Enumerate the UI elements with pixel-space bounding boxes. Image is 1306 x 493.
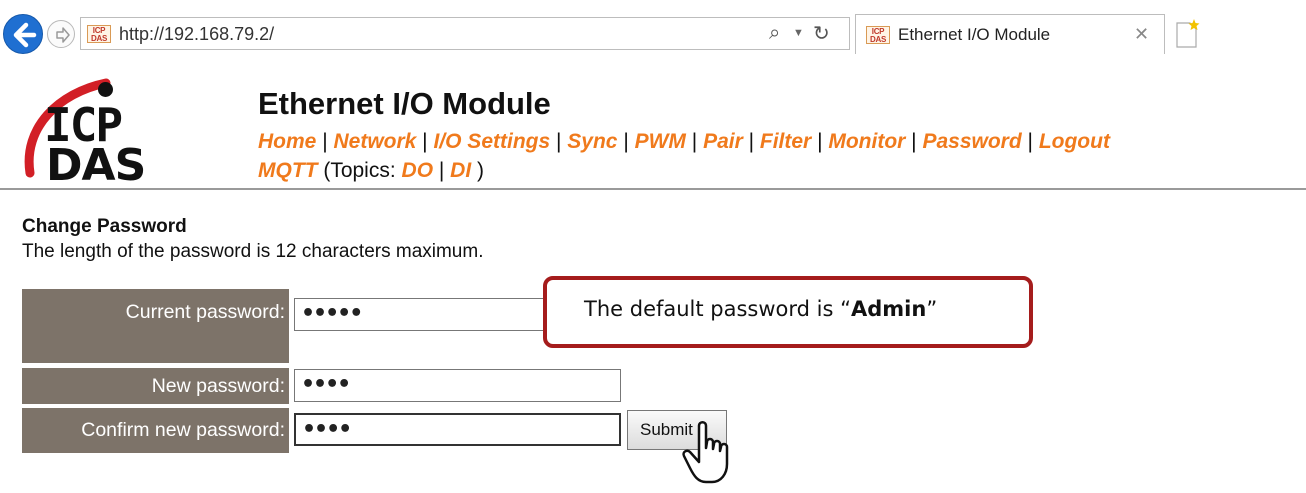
arrow-right-icon bbox=[56, 27, 70, 43]
logo-dot bbox=[98, 82, 113, 97]
hand-pointer-icon bbox=[682, 421, 729, 484]
page-header: ICP DAS Ethernet I/O Module Home | Netwo… bbox=[0, 70, 1306, 190]
menu-pwm[interactable]: PWM bbox=[635, 130, 686, 153]
menu-logout[interactable]: Logout bbox=[1039, 130, 1110, 153]
menu-topic-do[interactable]: DO bbox=[402, 159, 434, 182]
menu-filter[interactable]: Filter bbox=[760, 130, 811, 153]
forward-button[interactable] bbox=[47, 20, 75, 48]
browser-tab[interactable]: ICP DAS Ethernet I/O Module ✕ bbox=[855, 14, 1165, 54]
current-password-input[interactable]: ••••• bbox=[294, 298, 556, 331]
new-tab-icon bbox=[1176, 19, 1200, 48]
menu-topic-di[interactable]: DI bbox=[450, 159, 471, 182]
new-tab-button[interactable] bbox=[1170, 14, 1204, 54]
page-title: Ethernet I/O Module bbox=[258, 86, 551, 121]
topics-suffix: ) bbox=[477, 159, 484, 182]
confirm-password-label: Confirm new password: bbox=[22, 408, 289, 453]
confirm-password-input[interactable]: •••• bbox=[294, 413, 621, 446]
current-password-label: Current password: bbox=[22, 289, 289, 363]
menu-home[interactable]: Home bbox=[258, 130, 316, 153]
mqtt-menu: MQTT (Topics: DO | DI ) bbox=[258, 159, 484, 182]
refresh-icon[interactable]: ↻ bbox=[813, 21, 830, 46]
address-bar[interactable]: ICP DAS http://192.168.79.2/ ⌕ ▼ ↻ bbox=[80, 17, 850, 50]
callout-prefix: The default password is “ bbox=[584, 297, 852, 321]
tab-favicon-icon: ICP DAS bbox=[866, 26, 890, 44]
back-button[interactable] bbox=[3, 14, 43, 54]
topics-prefix: (Topics: bbox=[323, 159, 396, 182]
menu-network[interactable]: Network bbox=[333, 130, 416, 153]
callout-suffix: ” bbox=[926, 297, 938, 321]
url-text[interactable]: http://192.168.79.2/ bbox=[119, 24, 274, 45]
default-password-callout: The default password is “Admin” bbox=[543, 276, 1033, 348]
browser-toolbar: ICP DAS http://192.168.79.2/ ⌕ ▼ ↻ ICP D… bbox=[0, 0, 1306, 70]
logo-text-das: DAS bbox=[46, 140, 146, 191]
arrow-left-icon bbox=[13, 22, 37, 48]
callout-emphasis: Admin bbox=[851, 297, 927, 321]
menu-mqtt[interactable]: MQTT bbox=[258, 159, 317, 182]
main-menu: Home | Network | I/O Settings | Sync | P… bbox=[258, 130, 1110, 153]
section-description: The length of the password is 12 charact… bbox=[22, 241, 484, 262]
menu-sync[interactable]: Sync bbox=[567, 130, 617, 153]
menu-pair[interactable]: Pair bbox=[703, 130, 743, 153]
tab-title: Ethernet I/O Module bbox=[898, 25, 1051, 44]
chevron-down-icon[interactable]: ▼ bbox=[793, 27, 804, 39]
menu-password[interactable]: Password bbox=[922, 130, 1021, 153]
new-password-label: New password: bbox=[22, 368, 289, 404]
menu-io-settings[interactable]: I/O Settings bbox=[433, 130, 550, 153]
close-icon[interactable]: ✕ bbox=[1134, 24, 1149, 45]
menu-monitor[interactable]: Monitor bbox=[828, 130, 905, 153]
new-password-input[interactable]: •••• bbox=[294, 369, 621, 402]
favicon-icon: ICP DAS bbox=[87, 25, 111, 43]
icpdas-logo: ICP DAS bbox=[18, 78, 148, 188]
section-heading: Change Password bbox=[22, 216, 187, 237]
search-icon[interactable]: ⌕ bbox=[769, 22, 780, 45]
